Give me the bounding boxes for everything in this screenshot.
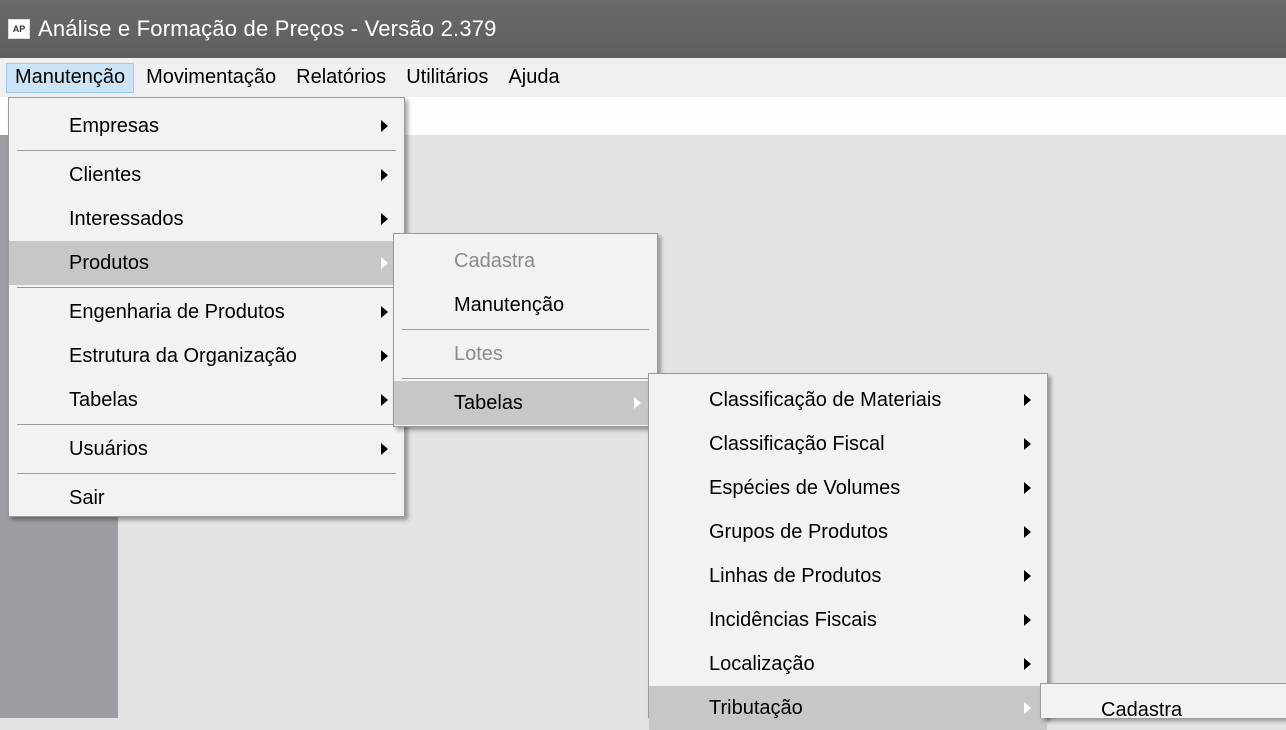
menu-separator	[17, 150, 396, 151]
submenu-arrow-icon	[634, 397, 641, 409]
submenu-arrow-icon	[1024, 438, 1031, 450]
menu-separator	[17, 287, 396, 288]
submenu-arrow-icon	[1024, 658, 1031, 670]
menu-separator	[402, 329, 649, 330]
menu-item-label: Cadastra	[454, 249, 536, 272]
menu-item-tributacao-cadastra[interactable]: Cadastra	[1041, 684, 1286, 730]
submenu-arrow-icon	[381, 443, 388, 455]
menu-item-label: Classificação Fiscal	[709, 432, 885, 455]
menu-item-classificacao-fiscal[interactable]: Classificação Fiscal	[649, 422, 1047, 466]
submenu-arrow-icon	[381, 213, 388, 225]
menu-item-tributacao[interactable]: Tributação	[649, 686, 1047, 730]
submenu-arrow-icon	[381, 257, 388, 269]
app-icon[interactable]: AP	[8, 19, 30, 39]
menu-item-produtos[interactable]: Produtos	[9, 241, 404, 285]
submenu-arrow-icon	[381, 350, 388, 362]
menu-item-label: Tributação	[709, 696, 803, 719]
menu-item-label: Usuários	[69, 437, 148, 460]
menu-item-label: Engenharia de Produtos	[69, 300, 285, 323]
menu-separator	[17, 424, 396, 425]
menu-item-usuarios[interactable]: Usuários	[9, 427, 404, 471]
title-bar: AP Análise e Formação de Preços - Versão…	[0, 0, 1286, 58]
menu-item-engenharia-produtos[interactable]: Engenharia de Produtos	[9, 290, 404, 334]
menu-bar: Manutenção Movimentação Relatórios Utili…	[0, 58, 1286, 97]
menu-item-label: Tabelas	[69, 388, 138, 411]
menu-ajuda[interactable]: Ajuda	[500, 63, 567, 93]
menu-item-clientes[interactable]: Clientes	[9, 153, 404, 197]
submenu-arrow-icon	[1024, 702, 1031, 714]
submenu-arrow-icon	[381, 306, 388, 318]
submenu-arrow-icon	[381, 394, 388, 406]
menu-utilitarios[interactable]: Utilitários	[398, 63, 496, 93]
submenu-arrow-icon	[1024, 482, 1031, 494]
submenu-arrow-icon	[1024, 526, 1031, 538]
menu-item-label: Cadastra	[1101, 698, 1183, 721]
menu-item-label: Clientes	[69, 163, 142, 186]
menu-item-cadastra: Cadastra	[394, 239, 657, 283]
menu-item-label: Lotes	[454, 342, 503, 365]
menu-separator	[17, 473, 396, 474]
submenu-arrow-icon	[1024, 394, 1031, 406]
menu-item-interessados[interactable]: Interessados	[9, 197, 404, 241]
menu-movimentacao[interactable]: Movimentação	[138, 63, 284, 93]
menu-item-sair[interactable]: Sair	[9, 476, 404, 520]
menu-item-label: Localização	[709, 652, 815, 675]
menu-item-especies-volumes[interactable]: Espécies de Volumes	[649, 466, 1047, 510]
menu-item-label: Classificação de Materiais	[709, 388, 942, 411]
submenu-arrow-icon	[1024, 614, 1031, 626]
submenu-arrow-icon	[381, 120, 388, 132]
menu-item-label: Espécies de Volumes	[709, 476, 901, 499]
menu-item-label: Empresas	[69, 114, 160, 137]
menu-item-empresas[interactable]: Empresas	[9, 104, 404, 148]
menu-item-label: Tabelas	[454, 391, 523, 414]
menu-item-lotes: Lotes	[394, 332, 657, 376]
produtos-submenu: Cadastra Manutenção Lotes Tabelas	[393, 233, 658, 427]
manutencao-dropdown: Empresas Clientes Interessados Produtos …	[8, 97, 405, 517]
menu-item-tabelas[interactable]: Tabelas	[9, 378, 404, 422]
menu-item-grupos-produtos[interactable]: Grupos de Produtos	[649, 510, 1047, 554]
menu-item-classificacao-materiais[interactable]: Classificação de Materiais	[649, 378, 1047, 422]
menu-item-label: Manutenção	[454, 293, 565, 316]
menu-item-manutencao[interactable]: Manutenção	[394, 283, 657, 327]
menu-manutencao[interactable]: Manutenção	[6, 62, 135, 93]
menu-item-label: Grupos de Produtos	[709, 520, 888, 543]
tributacao-submenu: Cadastra	[1040, 683, 1286, 721]
menu-item-produtos-tabelas[interactable]: Tabelas	[394, 381, 657, 425]
menu-item-estrutura-organizacao[interactable]: Estrutura da Organização	[9, 334, 404, 378]
menu-item-label: Produtos	[69, 251, 150, 274]
menu-separator	[402, 378, 649, 379]
submenu-arrow-icon	[381, 169, 388, 181]
menu-item-label: Interessados	[69, 207, 184, 230]
menu-item-incidencias-fiscais[interactable]: Incidências Fiscais	[649, 598, 1047, 642]
menu-item-label: Linhas de Produtos	[709, 564, 882, 587]
menu-item-label: Estrutura da Organização	[69, 344, 297, 367]
tabelas-submenu: Classificação de Materiais Classificação…	[648, 373, 1048, 730]
menu-relatorios[interactable]: Relatórios	[288, 63, 394, 93]
menu-item-label: Sair	[69, 486, 105, 509]
menu-item-label: Incidências Fiscais	[709, 608, 877, 631]
menu-item-localizacao[interactable]: Localização	[649, 642, 1047, 686]
submenu-arrow-icon	[1024, 570, 1031, 582]
menu-item-linhas-produtos[interactable]: Linhas de Produtos	[649, 554, 1047, 598]
window-title: Análise e Formação de Preços - Versão 2.…	[38, 16, 497, 41]
